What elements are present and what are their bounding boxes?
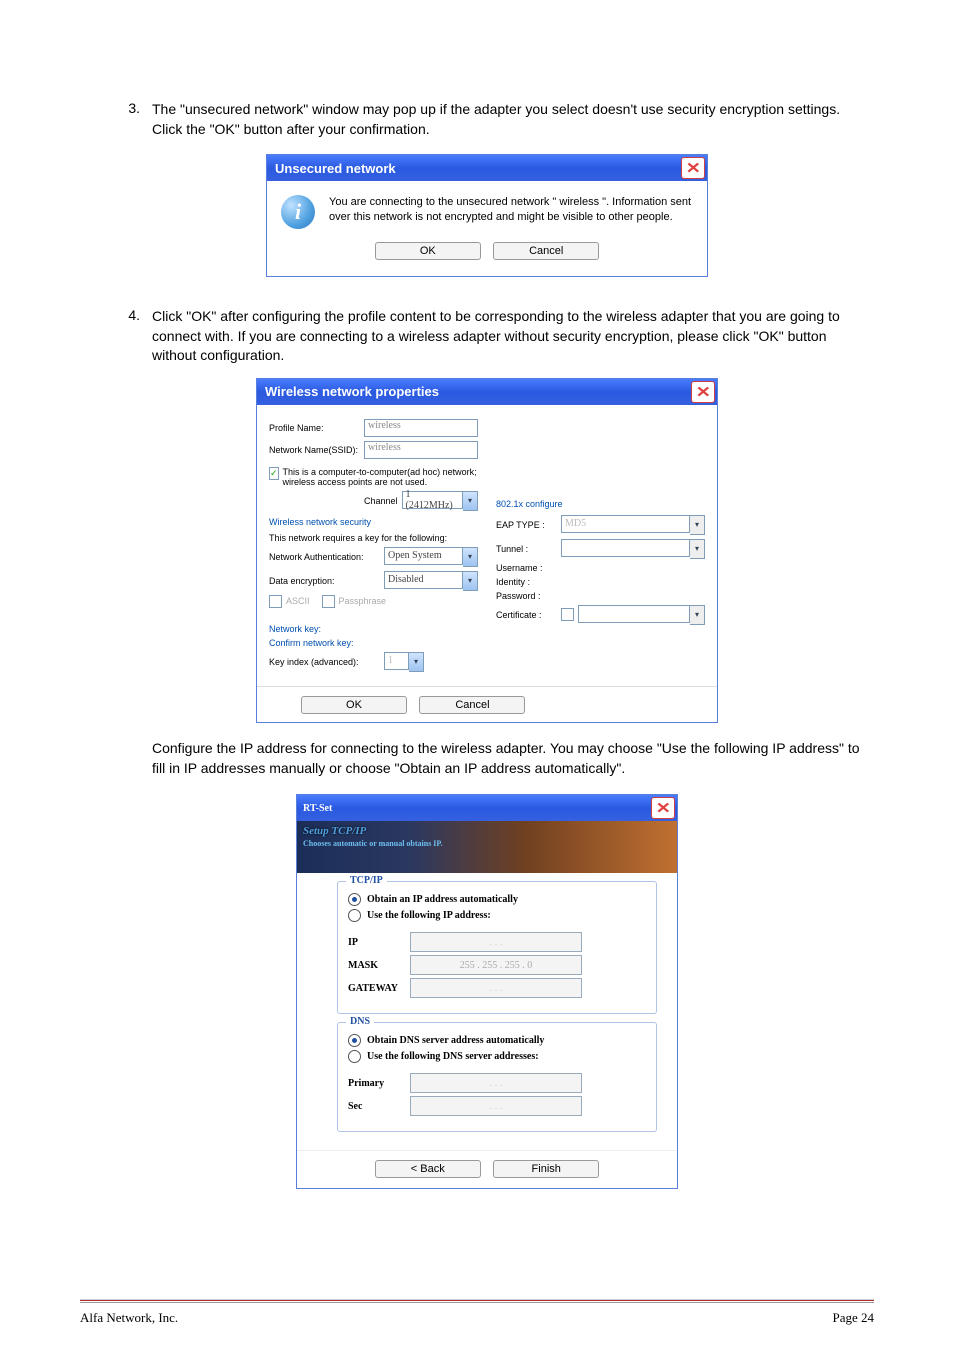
dialog2-titlebar: Wireless network properties ✕ [257,379,717,405]
wireless-properties-dialog: Wireless network properties ✕ Profile Na… [256,378,718,723]
ip-input[interactable]: . . . [410,932,582,952]
obtain-dns-radio[interactable]: Obtain DNS server address automatically [348,1034,646,1047]
dialog3-title: RT-Set [303,803,651,814]
username-label: Username : [496,563,561,573]
ascii-checkbox[interactable]: ✓ [269,595,282,608]
step3-text: The "unsecured network" window may pop u… [152,100,874,139]
tcpip-legend: TCP/IP [346,875,387,886]
eap-type-select[interactable]: MD5▾ [561,515,705,535]
use-dns-radio[interactable]: Use the following DNS server addresses: [348,1050,646,1063]
passphrase-label: Passphrase [339,596,387,606]
hero-subtitle: Chooses automatic or manual obtains IP. [303,839,671,848]
rtset-tcpip-dialog: RT-Set ✕ Setup TCP/IP Chooses automatic … [296,794,678,1189]
adhoc-label: This is a computer-to-computer(ad hoc) n… [283,467,478,487]
chevron-down-icon: ▾ [690,539,705,559]
chevron-down-icon: ▾ [463,547,478,567]
passphrase-checkbox[interactable]: ✓ [322,595,335,608]
profile-name-label: Profile Name: [269,423,364,433]
tunnel-label: Tunnel : [496,544,561,554]
channel-label: Channel [364,496,398,506]
footer-company: Alfa Network, Inc. [80,1310,178,1326]
back-button[interactable]: < Back [375,1160,481,1178]
close-icon[interactable]: ✕ [691,381,715,403]
password-label: Password : [496,591,561,601]
8021x-header: 802.1x configure [496,499,705,509]
hero-title: Setup TCP/IP [303,825,671,837]
chevron-down-icon: ▾ [409,652,424,672]
step4-text: Click "OK" after configuring the profile… [152,307,874,366]
dialog2-title: Wireless network properties [265,384,691,399]
encryption-label: Data encryption: [269,576,384,586]
dns-legend: DNS [346,1016,374,1027]
auth-label: Network Authentication: [269,552,384,562]
footer-rule [80,1299,874,1303]
ascii-label: ASCII [286,596,310,606]
cancel-button[interactable]: Cancel [493,242,599,260]
chevron-down-icon: ▾ [690,605,705,625]
security-header: Wireless network security [269,517,478,527]
gateway-label: GATEWAY [348,983,410,994]
ok-button[interactable]: OK [375,242,481,260]
security-requires-label: This network requires a key for the foll… [269,533,478,543]
adhoc-checkbox[interactable]: ✓ [269,467,279,480]
tcpip-fieldset: TCP/IP Obtain an IP address automaticall… [337,881,657,1014]
identity-label: Identity : [496,577,561,587]
close-icon[interactable]: ✕ [681,157,705,179]
gateway-input[interactable]: . . . [410,978,582,998]
dns-fieldset: DNS Obtain DNS server address automatica… [337,1022,657,1132]
sec-dns-input[interactable]: . . . [410,1096,582,1116]
profile-name-input[interactable]: wireless [364,419,478,437]
ssid-input[interactable]: wireless [364,441,478,459]
configure-ip-text: Configure the IP address for connecting … [152,739,874,778]
encryption-select[interactable]: Disabled▾ [384,571,478,591]
chevron-down-icon: ▾ [463,491,478,511]
obtain-ip-radio[interactable]: Obtain an IP address automatically [348,893,646,906]
confirm-key-label: Confirm network key: [269,638,384,648]
chevron-down-icon: ▾ [690,515,705,535]
ok-button[interactable]: OK [301,696,407,714]
primary-dns-label: Primary [348,1078,410,1089]
dialog1-message: You are connecting to the unsecured netw… [329,195,693,229]
dialog1-title: Unsecured network [275,161,681,176]
ssid-label: Network Name(SSID): [269,445,364,455]
network-key-label: Network key: [269,624,384,634]
key-index-select[interactable]: 1▾ [384,652,424,672]
dialog3-titlebar: RT-Set ✕ [297,795,677,821]
eap-type-label: EAP TYPE : [496,520,561,530]
dialog3-hero: Setup TCP/IP Chooses automatic or manual… [297,821,677,873]
footer-page-number: Page 24 [832,1310,874,1326]
unsecured-network-dialog: Unsecured network ✕ i You are connecting… [266,154,708,277]
dialog1-titlebar: Unsecured network ✕ [267,155,707,181]
info-icon: i [281,195,315,229]
mask-label: MASK [348,960,410,971]
cancel-button[interactable]: Cancel [419,696,525,714]
certificate-select[interactable]: ▾ [578,605,705,625]
certificate-label: Certificate : [496,610,561,620]
step4-number: 4. [100,307,152,366]
auth-select[interactable]: Open System▾ [384,547,478,567]
tunnel-select[interactable]: ▾ [561,539,705,559]
use-ip-radio[interactable]: Use the following IP address: [348,909,646,922]
channel-select[interactable]: 1 (2412MHz)▾ [402,491,478,511]
key-index-label: Key index (advanced): [269,657,384,667]
mask-input[interactable]: 255 . 255 . 255 . 0 [410,955,582,975]
primary-dns-input[interactable]: . . . [410,1073,582,1093]
step3-number: 3. [100,100,152,139]
ip-label: IP [348,937,410,948]
finish-button[interactable]: Finish [493,1160,599,1178]
sec-dns-label: Sec [348,1101,410,1112]
close-icon[interactable]: ✕ [651,797,675,819]
certificate-checkbox[interactable]: ✓ [561,608,574,621]
chevron-down-icon: ▾ [463,571,478,591]
